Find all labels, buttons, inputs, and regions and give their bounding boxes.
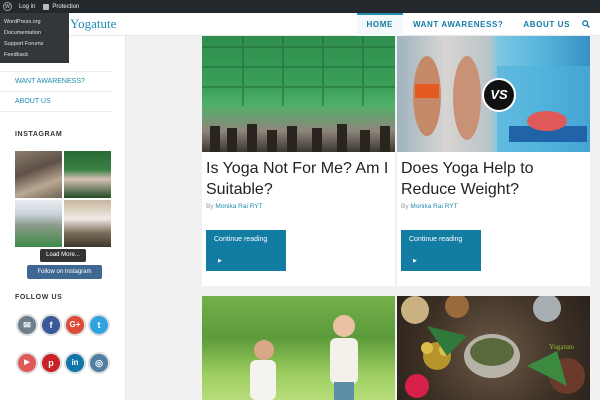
main-nav: HOME WANT AWARENESS? ABOUT US (356, 13, 592, 36)
linkedin-icon[interactable]: in (64, 352, 86, 374)
instagram-icon[interactable]: ◎ (88, 352, 110, 374)
post-author-link[interactable]: Monika Rai RYT (215, 203, 262, 210)
post-image[interactable]: Yogatute (397, 296, 590, 400)
instagram-photo[interactable] (15, 200, 62, 247)
google-plus-icon[interactable]: G+ (64, 314, 86, 336)
wordpress-dropdown: WordPress.org Documentation Support Foru… (0, 13, 69, 63)
continue-reading-button[interactable]: Continue reading ▶ (206, 230, 286, 271)
lock-icon (43, 3, 50, 10)
post-card (202, 296, 395, 400)
post-byline: By Monika Rai RYT (401, 203, 458, 210)
wp-menu-item[interactable]: Support Forums (4, 39, 69, 50)
post-title[interactable]: Does Yoga Help to Reduce Weight? (401, 158, 586, 200)
byline-prefix: By (206, 203, 214, 210)
post-author-link[interactable]: Monika Rai RYT (410, 203, 457, 210)
instagram-heading: INSTAGRAM (15, 131, 63, 138)
instagram-grid (15, 151, 111, 247)
instagram-photo[interactable] (64, 151, 111, 198)
sidebar: HOME WANT AWARENESS? ABOUT US INSTAGRAM … (0, 36, 126, 400)
facebook-icon[interactable]: f (40, 314, 62, 336)
nav-home[interactable]: HOME (356, 13, 403, 36)
continue-reading-label: Continue reading (409, 236, 463, 243)
byline-prefix: By (401, 203, 409, 210)
load-more-button[interactable]: Load More... (40, 249, 86, 262)
post-title[interactable]: Is Yoga Not For Me? Am I Suitable? (206, 158, 396, 200)
twitter-icon[interactable]: t (88, 314, 110, 336)
follow-us-heading: FOLLOW US (15, 294, 63, 301)
instagram-photo[interactable] (64, 200, 111, 247)
arrow-right-icon: ▶ (413, 258, 417, 264)
wp-menu-item[interactable]: Feedback (4, 50, 69, 61)
site-header: Yogatute HOME WANT AWARENESS? ABOUT US (0, 13, 600, 36)
continue-reading-button[interactable]: Continue reading ▶ (401, 230, 481, 271)
login-link[interactable]: Log in (19, 4, 35, 10)
wp-menu-item[interactable]: Documentation (4, 28, 69, 39)
post-image[interactable] (202, 36, 395, 152)
instagram-photo[interactable] (15, 151, 62, 198)
watermark: Yogatute (549, 343, 574, 351)
post-byline: By Monika Rai RYT (206, 203, 263, 210)
arrow-right-icon: ▶ (218, 258, 222, 264)
wordpress-icon[interactable]: W (3, 2, 12, 11)
sidebar-item-want-awareness[interactable]: WANT AWARENESS? (0, 72, 112, 92)
post-card: Is Yoga Not For Me? Am I Suitable? By Mo… (202, 36, 395, 286)
follow-instagram-label: Follow on Instagram (37, 269, 92, 275)
post-image[interactable] (202, 296, 395, 400)
vs-badge: VS (482, 78, 516, 112)
protection-label: Protection (52, 3, 80, 10)
pinterest-icon[interactable]: p (40, 352, 62, 374)
wp-menu-item[interactable]: WordPress.org (4, 17, 69, 28)
post-card: Yogatute (397, 296, 590, 400)
search-icon[interactable] (580, 19, 592, 30)
site-logo[interactable]: Yogatute (70, 16, 116, 32)
sidebar-item-about-us[interactable]: ABOUT US (0, 92, 112, 112)
email-icon[interactable]: ✉ (16, 314, 38, 336)
continue-reading-label: Continue reading (214, 236, 268, 243)
protection-link[interactable]: Protection (43, 3, 80, 10)
nav-about-us[interactable]: ABOUT US (513, 13, 580, 36)
nav-want-awareness[interactable]: WANT AWARENESS? (403, 13, 513, 36)
youtube-icon[interactable]: ▶ (16, 352, 38, 374)
post-image[interactable]: VS (397, 36, 590, 152)
admin-bar: W Log in Protection (0, 0, 600, 13)
post-card: VS Does Yoga Help to Reduce Weight? By M… (397, 36, 590, 286)
follow-on-instagram-button[interactable]: Follow on Instagram (27, 265, 102, 279)
